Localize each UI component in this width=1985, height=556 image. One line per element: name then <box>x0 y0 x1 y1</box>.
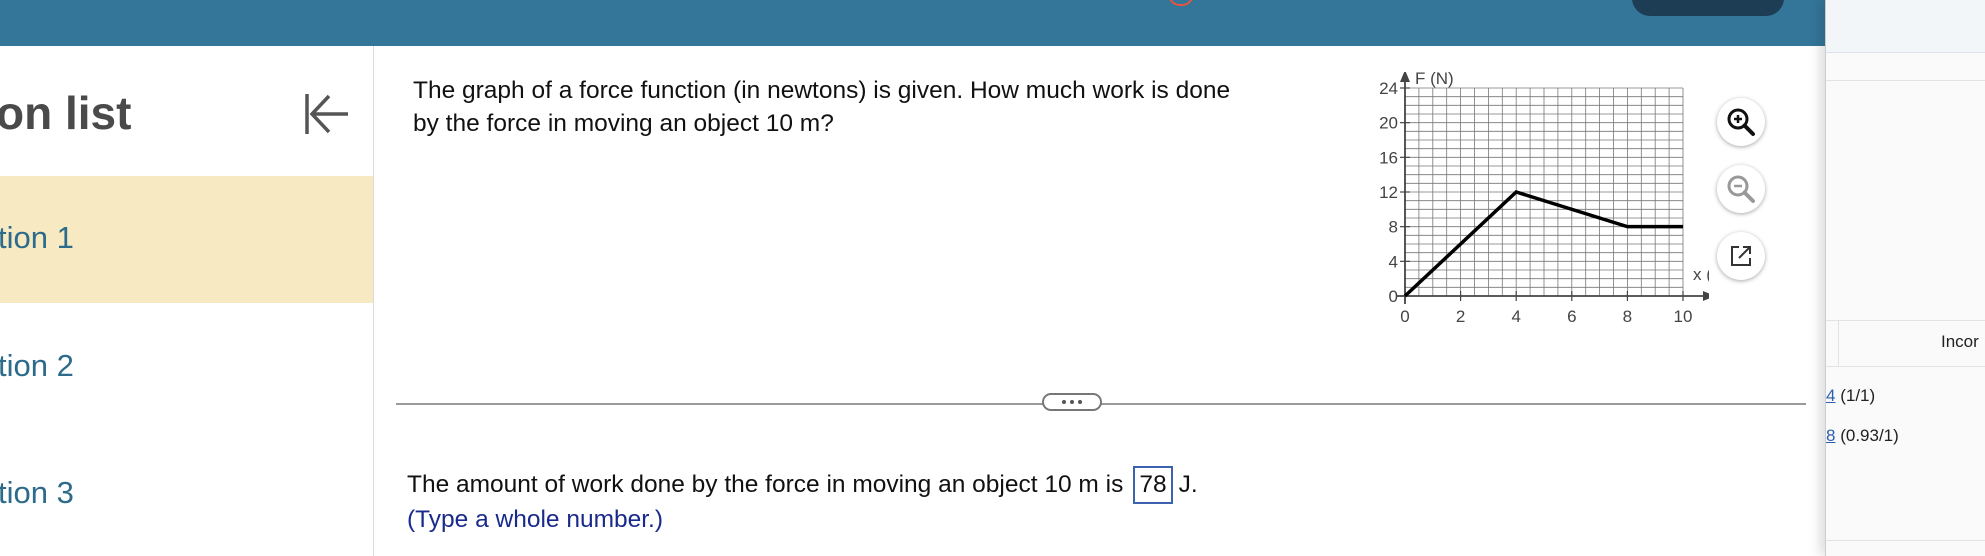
x-tick-label: 10 <box>1674 307 1693 326</box>
question-item-3[interactable]: tion 3 <box>0 431 373 556</box>
y-tick-label: 0 <box>1389 287 1398 306</box>
answer-statement: The amount of work done by the force in … <box>407 466 1198 504</box>
x-axis-label: x (m) <box>1693 265 1709 284</box>
score-panel: Incor 4 (1/1) 8 (0.93/1) <box>1825 0 1985 556</box>
collapse-sidebar-button[interactable] <box>302 88 354 140</box>
answer-prefix: The amount of work done by the force in … <box>407 471 1124 498</box>
header-action-button[interactable] <box>1632 0 1784 16</box>
answer-hint: (Type a whole number.) <box>407 506 664 533</box>
collapse-left-icon <box>305 94 348 134</box>
resize-handle[interactable] <box>1042 393 1102 411</box>
score-link[interactable]: 4 <box>1826 386 1835 405</box>
question-item-label: tion 3 <box>0 475 74 510</box>
status-column-header: Incor <box>1941 332 1979 351</box>
x-tick-label: 2 <box>1456 307 1465 326</box>
x-tick-label: 8 <box>1623 307 1632 326</box>
y-tick-label: 12 <box>1379 183 1398 202</box>
question-list-sidebar: on list tion 1 tion 2 tion 3 <box>0 46 374 556</box>
sidebar-title: on list <box>0 87 132 139</box>
question-text: The graph of a force function (in newton… <box>413 77 1231 137</box>
answer-unit: J. <box>1178 471 1198 498</box>
zoom-out-icon <box>1727 175 1755 203</box>
score-value: (1/1) <box>1840 386 1876 405</box>
y-axis-label: F (N) <box>1415 72 1454 88</box>
y-axis-arrow <box>1400 72 1410 82</box>
score-value: (0.93/1) <box>1840 426 1899 445</box>
x-tick-label: 6 <box>1567 307 1576 326</box>
external-link-icon <box>1731 246 1751 266</box>
x-tick-label: 0 <box>1400 307 1409 326</box>
top-header-bar <box>0 0 1825 46</box>
question-item-label: tion 2 <box>0 348 74 383</box>
x-axis-arrow <box>1703 291 1709 301</box>
zoom-out-button[interactable] <box>1717 165 1765 213</box>
y-tick-label: 20 <box>1379 114 1398 133</box>
y-tick-label: 16 <box>1379 148 1398 167</box>
score-row-1: 4 (1/1) <box>1826 386 1875 406</box>
y-tick-label: 24 <box>1379 79 1398 98</box>
open-external-button[interactable] <box>1717 232 1765 280</box>
zoom-in-button[interactable] <box>1717 98 1765 146</box>
question-content: The graph of a force function (in newton… <box>374 46 1825 556</box>
score-link[interactable]: 8 <box>1826 426 1835 445</box>
question-item-2[interactable]: tion 2 <box>0 304 373 431</box>
question-item-1[interactable]: tion 1 <box>0 176 373 303</box>
force-graph: 048121620240246810F (N)x (m) <box>1379 72 1709 326</box>
y-tick-label: 4 <box>1389 252 1398 271</box>
score-row-2: 8 (0.93/1) <box>1826 426 1899 446</box>
answer-input[interactable]: 78 <box>1133 466 1173 504</box>
y-tick-label: 8 <box>1389 218 1398 237</box>
zoom-in-icon <box>1727 108 1755 136</box>
score-panel-header <box>1826 0 1985 53</box>
x-tick-label: 4 <box>1511 307 1520 326</box>
question-item-label: tion 1 <box>0 220 74 255</box>
alert-icon[interactable] <box>1168 0 1194 6</box>
